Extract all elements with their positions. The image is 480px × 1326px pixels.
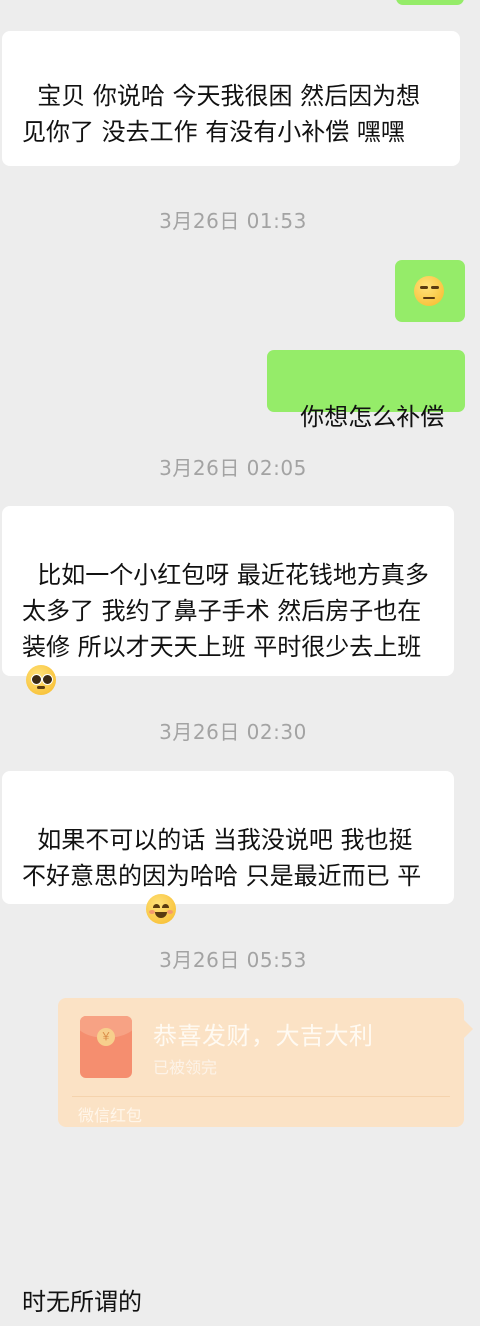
red-envelope-icon: ￥ bbox=[80, 1016, 132, 1078]
timestamp: 3月26日 02:30 bbox=[159, 720, 307, 744]
divider bbox=[72, 1096, 450, 1097]
received-message-bubble[interactable]: 如果不可以的话 当我没说吧 我也挺不好意思的因为哈哈 只是最近而已 平时无所谓的 bbox=[2, 771, 454, 1316]
bubble-tail bbox=[464, 1020, 473, 1038]
timestamp: 3月26日 02:05 bbox=[159, 456, 307, 480]
message-text: 宝贝 你说哈 今天我很困 然后因为想见你了 没去工作 有没有小补偿 嘿嘿 bbox=[22, 82, 421, 146]
timestamp: 3月26日 05:53 bbox=[159, 948, 307, 972]
received-message-bubble[interactable]: 比如一个小红包呀 最近花钱地方真多太多了 我约了鼻子手术 然后房子也在装修 所以… bbox=[2, 506, 454, 695]
red-packet-card[interactable]: ￥ 恭喜发财，大吉大利 已被领完 微信红包 bbox=[58, 998, 473, 1127]
pleading-face-icon bbox=[26, 665, 56, 695]
sent-message-bubble[interactable]: 你想怎么补偿 bbox=[267, 350, 465, 431]
message-text: 你想怎么补偿 bbox=[300, 403, 445, 431]
previous-sent-bubble[interactable] bbox=[396, 0, 464, 5]
received-message-bubble[interactable]: 宝贝 你说哈 今天我很困 然后因为想见你了 没去工作 有没有小补偿 嘿嘿 bbox=[2, 31, 460, 166]
unamused-face-icon bbox=[414, 276, 444, 306]
chat-window: { "messages": [ {"id": "m1", "text": "宝贝… bbox=[0, 0, 480, 1316]
sent-message-bubble[interactable] bbox=[395, 260, 465, 322]
message-text: 比如一个小红包呀 最近花钱地方真多太多了 我约了鼻子手术 然后房子也在装修 所以… bbox=[22, 561, 429, 661]
coin-icon: ￥ bbox=[97, 1028, 115, 1046]
red-packet-footer: 微信红包 bbox=[78, 1106, 143, 1125]
timestamp: 3月26日 01:53 bbox=[159, 209, 307, 233]
red-packet-status: 已被领完 bbox=[153, 1058, 218, 1077]
smiling-face-icon bbox=[146, 894, 176, 924]
red-packet-title: 恭喜发财，大吉大利 bbox=[153, 1022, 374, 1050]
